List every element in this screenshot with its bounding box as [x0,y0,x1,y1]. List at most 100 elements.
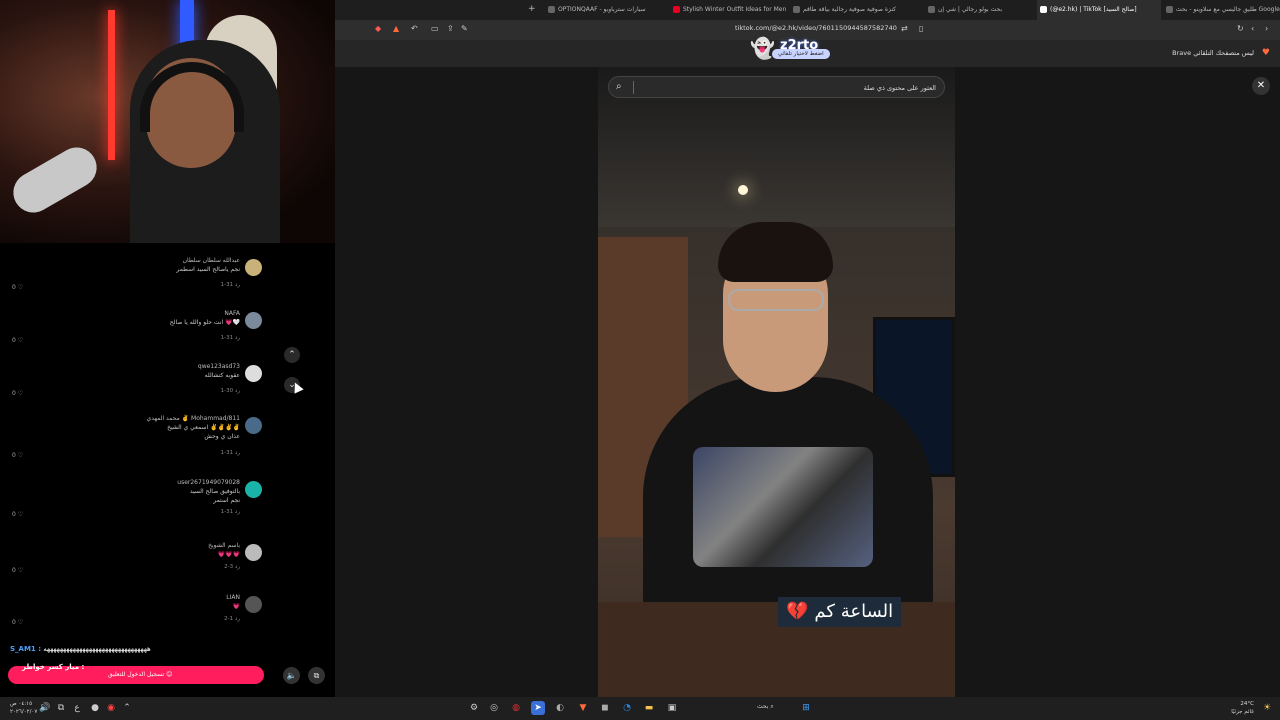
avatar[interactable] [245,312,262,329]
comment-username[interactable]: محمد المهدي ✌️ Mohammad/811 [147,415,240,422]
search-input[interactable] [656,80,936,95]
settings-icon[interactable]: ⚙ [467,701,481,715]
bookmark-icon[interactable]: ▯ [919,24,923,33]
discord-icon[interactable]: ◐ [553,701,567,715]
login-to-comment-bar[interactable]: ميار كسر خواطر : تسجيل الدخول للتعليق 😊 [8,663,264,684]
tab-winter-outfit[interactable]: Stylish Winter Outfit Ideas for Men [670,0,788,20]
like-count[interactable]: 0 ♡ [12,337,23,344]
back-icon[interactable]: ↶ [411,24,418,33]
network-icon[interactable]: ⧉ [54,701,68,715]
glasses [728,289,824,311]
comment-text: عقوبه كتشالله [204,372,240,379]
reload-icon[interactable]: ↻ [1237,24,1244,33]
live-chat-line: S_AM1 : هههههههههههههههههههههههههههههههه… [0,645,270,657]
taskbar-search[interactable]: بحث ⌕ [757,703,774,711]
obs-icon[interactable]: ◍ [509,701,523,715]
tab-optionqaaf[interactable]: OPTIONQAAF - سيارات سترباوبو [545,0,665,20]
microphone [6,140,104,220]
translate-icon[interactable]: ⇄ [901,24,908,33]
like-count[interactable]: 0 ♡ [12,619,23,626]
temperature: 24°C [1240,701,1254,707]
avatar[interactable] [245,596,262,613]
screenshot-icon[interactable]: ▭ [431,24,439,33]
edit-icon[interactable]: ✎ [461,24,468,33]
back-arrow-icon[interactable]: ‹ [1251,24,1254,33]
like-count[interactable]: 0 ♡ [12,390,23,397]
windows-start-icon[interactable]: ⊞ [799,701,813,715]
language-icon[interactable]: ع [70,701,84,715]
pip-button[interactable]: ⧉ [308,667,325,684]
avatar[interactable] [245,259,262,276]
comment-meta[interactable]: 1-30 رد [221,388,240,394]
tab-google-search[interactable]: طليق جاليسي مع سلاوينو - بحث Google [1163,0,1280,20]
live-chat-username[interactable]: S_AM1 : [10,645,41,653]
close-button[interactable]: ✕ [1252,77,1270,95]
tab-label: كنزة صوفية صوفية رجالية بياقة طاقم [803,6,896,13]
clock[interactable]: ٠٤:١٥ ص ٢٠٢٦/٠٢/٠٧ [10,700,37,716]
comment-meta[interactable]: 1-31 رد [221,450,240,456]
comment-text: نجم ياصالح السيد اسطمر [176,266,240,273]
avatar[interactable] [245,481,262,498]
comment-username[interactable]: LIAN [226,594,240,601]
volume-button[interactable]: 🔈 [283,667,300,684]
telegram-icon[interactable]: ➤ [531,701,545,715]
avatar[interactable] [245,544,262,561]
comment-text-line2: عذان ي وحش [204,433,240,440]
mic-icon[interactable]: ● [88,701,102,715]
pinterest-favicon-icon [673,6,680,13]
red-light-pole [108,10,115,160]
comment-text: 💗 [232,603,240,610]
brave-shield-icon[interactable]: ◆ [375,24,381,33]
tab-sweater[interactable]: كنزة صوفية صوفية رجالية بياقة طاقم [790,0,923,20]
comment-item: qwe123asd73 عقوبه كتشالله 1-30 رد 0 ♡ [0,363,270,413]
comment-text-line2: نجم استمر [213,497,240,504]
tab-shein[interactable]: بحث بولو رجالي | شي إن [925,0,1035,20]
avatar[interactable] [245,365,262,382]
comment-meta[interactable]: 1-31 رد [221,509,240,515]
record-icon[interactable]: ◉ [104,701,118,715]
live-chat-tag: ميار كسر خواطر : [22,663,85,671]
related-search[interactable]: ⌕ [608,76,945,98]
store-icon[interactable]: ▣ [665,701,679,715]
tab-tiktok[interactable]: (@e2.hk) | TikTok [صالح السيد] [1037,0,1161,20]
like-count[interactable]: 0 ♡ [12,567,23,574]
comment-meta[interactable]: 1-31 رد [221,335,240,341]
tab-label: (@e2.hk) | TikTok [صالح السيد] [1050,6,1137,13]
comment-username[interactable]: NAFA [224,310,240,317]
like-count[interactable]: 0 ♡ [12,511,23,518]
tray-overflow-icon[interactable]: ⌃ [120,701,134,715]
z2rto-overlay: 👻 z2rto اضغط لاختيار تلقائي [750,36,870,62]
address-bar[interactable]: tiktok.com/@e2.hk/video/7601150944587582… [735,24,897,32]
live-chat-message: ههههههههههههههههههههههههههههههههه [43,645,151,653]
tab-label: OPTIONQAAF - سيارات سترباوبو [558,6,646,13]
file-explorer-icon[interactable]: ▬ [642,701,656,715]
share-icon[interactable]: ⇪ [447,24,454,33]
previous-video-button[interactable]: ⌃ [284,347,300,363]
comment-username[interactable]: عبدالله سلطان سلطان [183,257,240,264]
desk [598,602,955,697]
comments-panel[interactable]: عبدالله سلطان سلطان نجم ياصالح السيد اسط… [0,243,335,663]
taskbar-app-icon[interactable]: ◼ [598,701,612,715]
speaker-icon[interactable]: 🔊 [38,701,52,715]
z2rto-pill: اضغط لاختيار تلقائي [772,49,830,59]
comment-username[interactable]: qwe123asd73 [198,363,240,370]
comment-meta[interactable]: 2-1 رد [224,616,240,622]
steam-icon[interactable]: ◎ [487,701,501,715]
comment-username[interactable]: باسم الشويخ [208,542,240,549]
brave-rewards-icon[interactable]: ▲ [393,24,399,33]
brave-icon[interactable]: ▼ [576,701,590,715]
shein-favicon-icon [928,6,935,13]
forward-arrow-icon[interactable]: › [1265,24,1268,33]
google-favicon-icon [1166,6,1173,13]
edge-icon[interactable]: ◔ [620,701,634,715]
avatar[interactable] [245,417,262,434]
search-icon[interactable]: ⌕ [616,81,622,92]
comment-meta[interactable]: 2-3 رد [224,564,240,570]
like-count[interactable]: 0 ♡ [12,284,23,291]
weather-widget[interactable]: 24°C غائم جزئيًا [1231,700,1254,716]
tiktok-video[interactable]: 💔 الساعة كم [598,67,955,697]
comment-username[interactable]: user2671949079028 [177,479,240,486]
like-count[interactable]: 0 ♡ [12,452,23,459]
comment-meta[interactable]: 1-31 رد [221,282,240,288]
new-tab-button[interactable]: + [528,4,536,14]
